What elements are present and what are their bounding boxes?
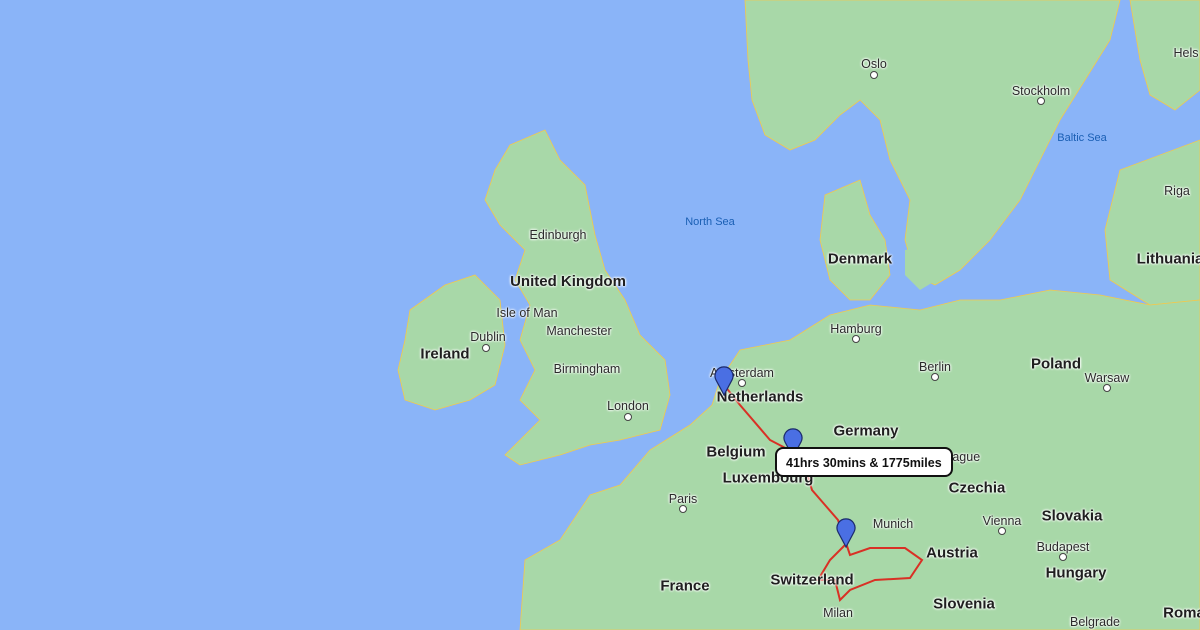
label-munich: Munich [872, 517, 914, 531]
dot-dublin [482, 344, 490, 352]
label-north-sea: North Sea [685, 216, 735, 228]
label-poland: Poland [1030, 355, 1082, 373]
start-marker[interactable] [713, 366, 735, 396]
dot-paris [679, 505, 687, 513]
dot-budapest [1059, 553, 1067, 561]
label-germany: Germany [833, 422, 899, 440]
dot-amsterdam [738, 379, 746, 387]
dot-berlin [931, 373, 939, 381]
label-romania-partial: Roma [1163, 604, 1200, 622]
label-denmark: Denmark [827, 250, 893, 268]
dot-warsaw [1103, 384, 1111, 392]
end-marker[interactable] [835, 518, 857, 548]
label-milan: Milan [823, 606, 853, 620]
label-slovakia: Slovakia [1041, 507, 1103, 525]
dot-stockholm [1037, 97, 1045, 105]
label-czechia: Czechia [948, 479, 1006, 497]
label-vienna: Vienna [982, 514, 1022, 528]
label-baltic-sea: Baltic Sea [1057, 132, 1107, 144]
label-birmingham: Birmingham [553, 362, 621, 376]
label-berlin: Berlin [919, 360, 951, 374]
label-switzerland: Switzerland [770, 571, 854, 589]
label-budapest: Budapest [1036, 540, 1090, 554]
label-belgrade: Belgrade [1069, 615, 1121, 629]
dot-oslo [870, 71, 878, 79]
label-dublin: Dublin [470, 330, 506, 344]
label-manchester: Manchester [546, 324, 612, 338]
label-lithuania: Lithuania [1136, 250, 1200, 268]
label-slovenia: Slovenia [933, 595, 995, 613]
label-paris: Paris [668, 492, 698, 506]
label-stockholm: Stockholm [1011, 84, 1071, 98]
label-helsinki-partial: Hels [1173, 46, 1199, 60]
label-belgium: Belgium [706, 443, 766, 461]
label-oslo: Oslo [861, 57, 887, 71]
label-austria: Austria [926, 544, 978, 562]
label-hungary: Hungary [1045, 564, 1107, 582]
dot-london [624, 413, 632, 421]
label-warsaw: Warsaw [1084, 371, 1130, 385]
dot-vienna [998, 527, 1006, 535]
route-summary-tooltip: 41hrs 30mins & 1775miles [775, 447, 953, 477]
label-ireland: Ireland [420, 345, 470, 363]
label-united-kingdom: United Kingdom [510, 273, 626, 290]
label-riga: Riga [1164, 184, 1190, 198]
label-hamburg: Hamburg [830, 322, 882, 336]
label-london: London [607, 399, 649, 413]
label-isle-of-man: Isle of Man [496, 306, 558, 320]
dot-hamburg [852, 335, 860, 343]
label-edinburgh: Edinburgh [529, 228, 587, 242]
label-france: France [660, 577, 710, 595]
